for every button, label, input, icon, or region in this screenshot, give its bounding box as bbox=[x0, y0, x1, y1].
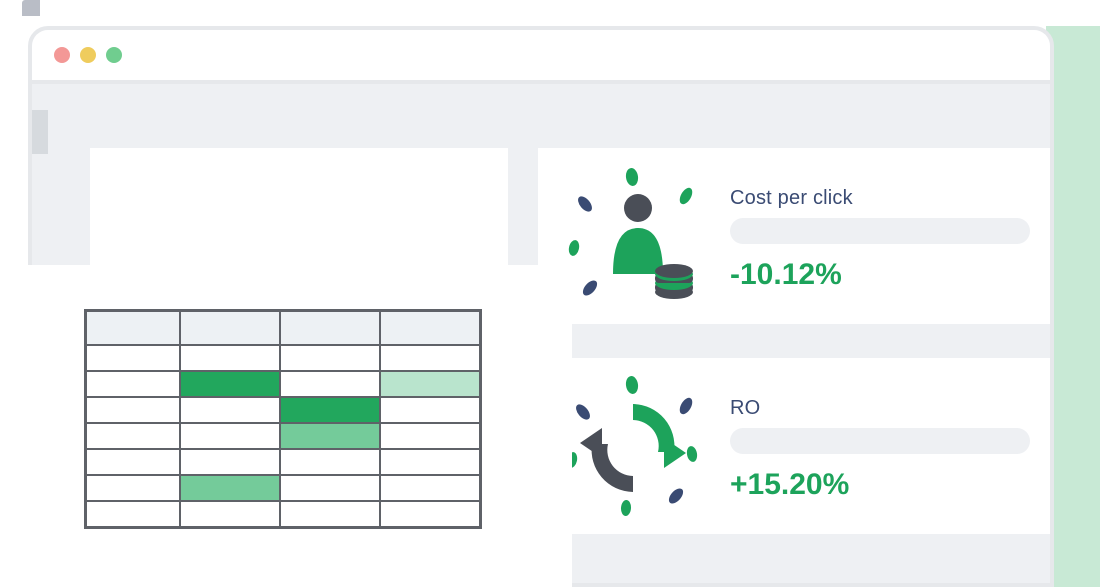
table-row bbox=[86, 397, 480, 423]
cell[interactable] bbox=[86, 371, 180, 397]
monitor-shadow bbox=[22, 0, 40, 16]
cell[interactable] bbox=[380, 475, 480, 501]
metric-card-ro: RO +15.20% bbox=[538, 358, 1054, 534]
cell[interactable] bbox=[380, 449, 480, 475]
cell[interactable] bbox=[180, 397, 280, 423]
table-row bbox=[86, 449, 480, 475]
cell[interactable] bbox=[180, 475, 280, 501]
cell[interactable] bbox=[380, 371, 480, 397]
cell[interactable] bbox=[86, 475, 180, 501]
sidebar-handle[interactable] bbox=[32, 110, 48, 154]
refresh-cycle-icon bbox=[558, 376, 708, 516]
header-cell[interactable] bbox=[280, 311, 380, 345]
header-cell[interactable] bbox=[380, 311, 480, 345]
metric-label: Cost per click bbox=[730, 187, 1030, 210]
cell[interactable] bbox=[180, 423, 280, 449]
maximize-window-button[interactable] bbox=[106, 47, 122, 63]
cell[interactable] bbox=[86, 423, 180, 449]
cell[interactable] bbox=[86, 449, 180, 475]
cell[interactable] bbox=[280, 501, 380, 527]
cell[interactable] bbox=[280, 449, 380, 475]
window-titlebar bbox=[32, 30, 1050, 84]
cell[interactable] bbox=[380, 397, 480, 423]
header-cell[interactable] bbox=[86, 311, 180, 345]
cell[interactable] bbox=[86, 345, 180, 371]
metric-value: -10.12% bbox=[730, 258, 1030, 292]
cell[interactable] bbox=[180, 501, 280, 527]
table-header-row bbox=[86, 311, 480, 345]
cell[interactable] bbox=[180, 449, 280, 475]
table-row bbox=[86, 371, 480, 397]
metric-placeholder-bar bbox=[730, 218, 1030, 244]
cell[interactable] bbox=[280, 371, 380, 397]
table-row bbox=[86, 475, 480, 501]
cell[interactable] bbox=[380, 345, 480, 371]
table-row bbox=[86, 423, 480, 449]
cell[interactable] bbox=[380, 423, 480, 449]
cell[interactable] bbox=[280, 475, 380, 501]
spreadsheet-grid[interactable] bbox=[84, 309, 482, 529]
cell[interactable] bbox=[86, 397, 180, 423]
header-cell[interactable] bbox=[180, 311, 280, 345]
cell[interactable] bbox=[280, 345, 380, 371]
accent-stripe bbox=[1046, 26, 1100, 587]
spreadsheet-overlay bbox=[0, 265, 572, 587]
cell[interactable] bbox=[380, 501, 480, 527]
cell[interactable] bbox=[180, 371, 280, 397]
cell[interactable] bbox=[86, 501, 180, 527]
table-row bbox=[86, 345, 480, 371]
metric-card-cpc: Cost per click -10.12% bbox=[538, 148, 1054, 324]
person-cost-icon bbox=[558, 166, 708, 306]
cell[interactable] bbox=[280, 397, 380, 423]
minimize-window-button[interactable] bbox=[80, 47, 96, 63]
metrics-panel: Cost per click -10.12% bbox=[538, 148, 1048, 578]
table-row bbox=[86, 501, 480, 527]
metric-label: RO bbox=[730, 397, 1030, 420]
cell[interactable] bbox=[280, 423, 380, 449]
metric-placeholder-bar bbox=[730, 428, 1030, 454]
cell[interactable] bbox=[180, 345, 280, 371]
close-window-button[interactable] bbox=[54, 47, 70, 63]
metric-value: +15.20% bbox=[730, 468, 1030, 502]
